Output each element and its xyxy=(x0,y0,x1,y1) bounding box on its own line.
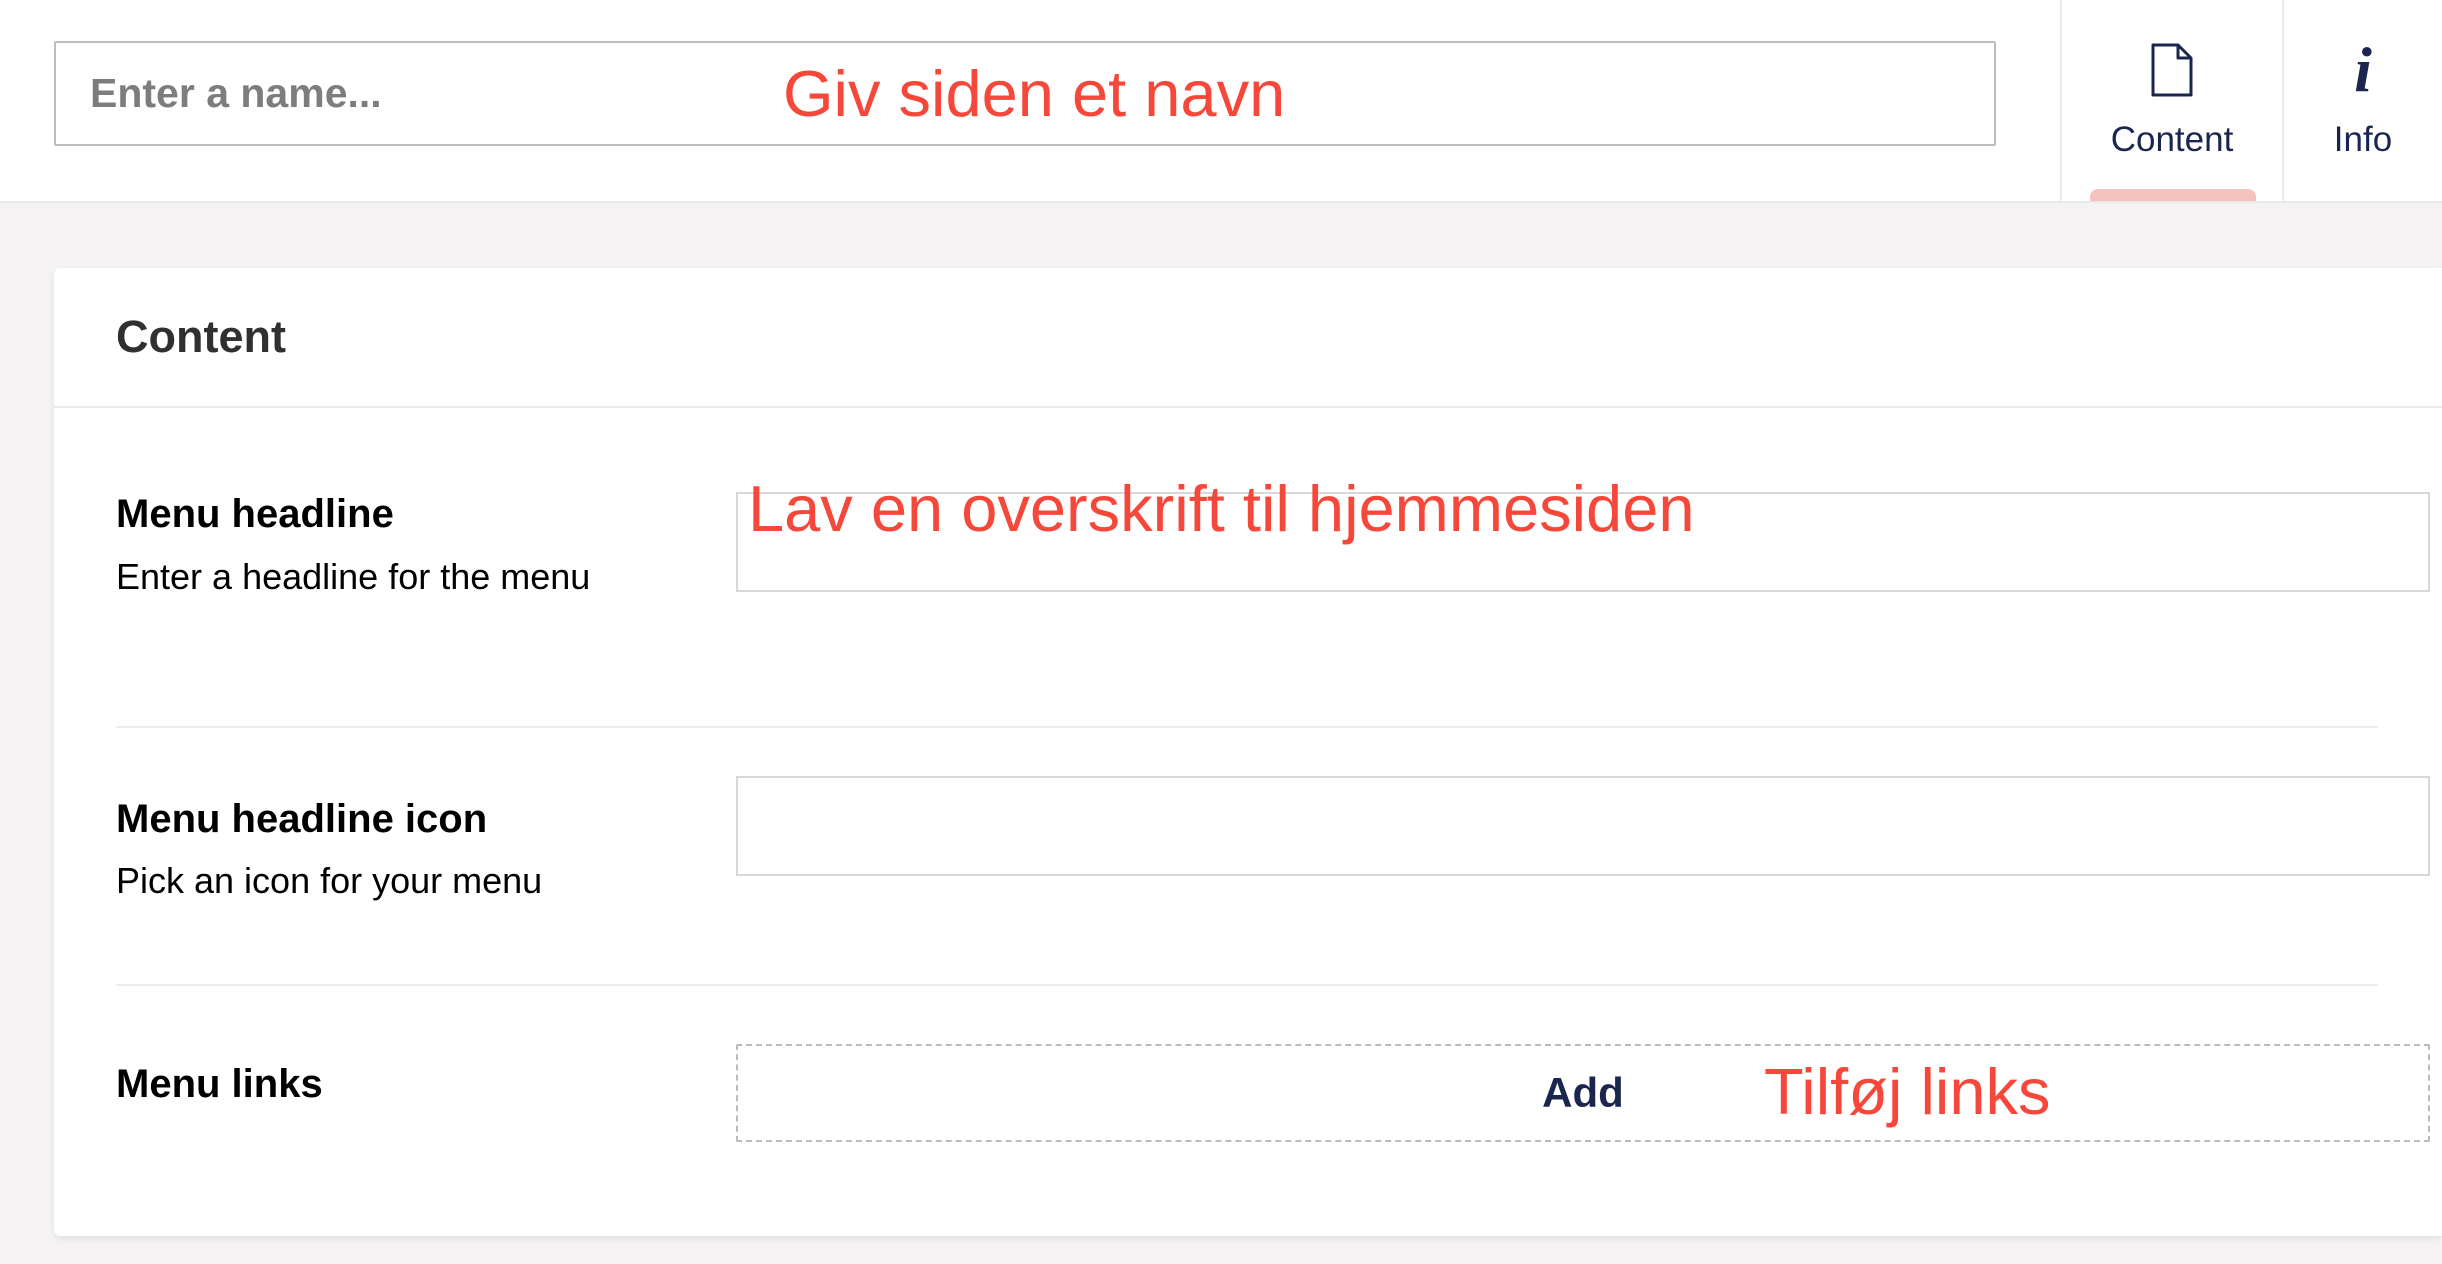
property-label: Menu links xyxy=(116,1062,323,1106)
add-links-button[interactable]: Add xyxy=(736,1044,2430,1142)
annotation-page-name: Giv siden et navn xyxy=(783,57,1286,130)
property-description: Enter a headline for the menu xyxy=(116,556,591,597)
panel-header: Content xyxy=(54,268,2442,408)
content-panel: Content Menu headline Enter a headline f… xyxy=(54,268,2442,1236)
add-links-label: Add xyxy=(1542,1069,1624,1116)
tab-content[interactable]: Content xyxy=(2060,0,2282,201)
panel-title: Content xyxy=(116,311,286,362)
annotation-headline: Lav en overskrift til hjemmesiden xyxy=(748,472,1695,545)
top-header: Giv siden et navn Content i Info xyxy=(0,0,2442,203)
annotation-links: Tilføj links xyxy=(1764,1055,2051,1128)
property-description: Pick an icon for your menu xyxy=(116,860,543,901)
document-icon xyxy=(2150,38,2194,102)
tab-info[interactable]: i Info xyxy=(2282,0,2442,201)
property-label: Menu headline icon xyxy=(116,797,488,841)
property-label: Menu headline xyxy=(116,492,394,536)
menu-headline-icon-input[interactable] xyxy=(736,776,2430,876)
property-menu-headline-icon: Menu headline icon Pick an icon for your… xyxy=(116,730,2430,986)
editor-tabs: Content i Info xyxy=(2060,0,2442,201)
tab-content-label: Content xyxy=(2110,120,2234,159)
tab-info-label: Info xyxy=(2333,120,2393,159)
content-editor: Giv siden et navn Content i Info xyxy=(0,0,2442,1264)
active-tab-indicator xyxy=(2090,189,2256,201)
info-icon: i xyxy=(2354,34,2372,105)
